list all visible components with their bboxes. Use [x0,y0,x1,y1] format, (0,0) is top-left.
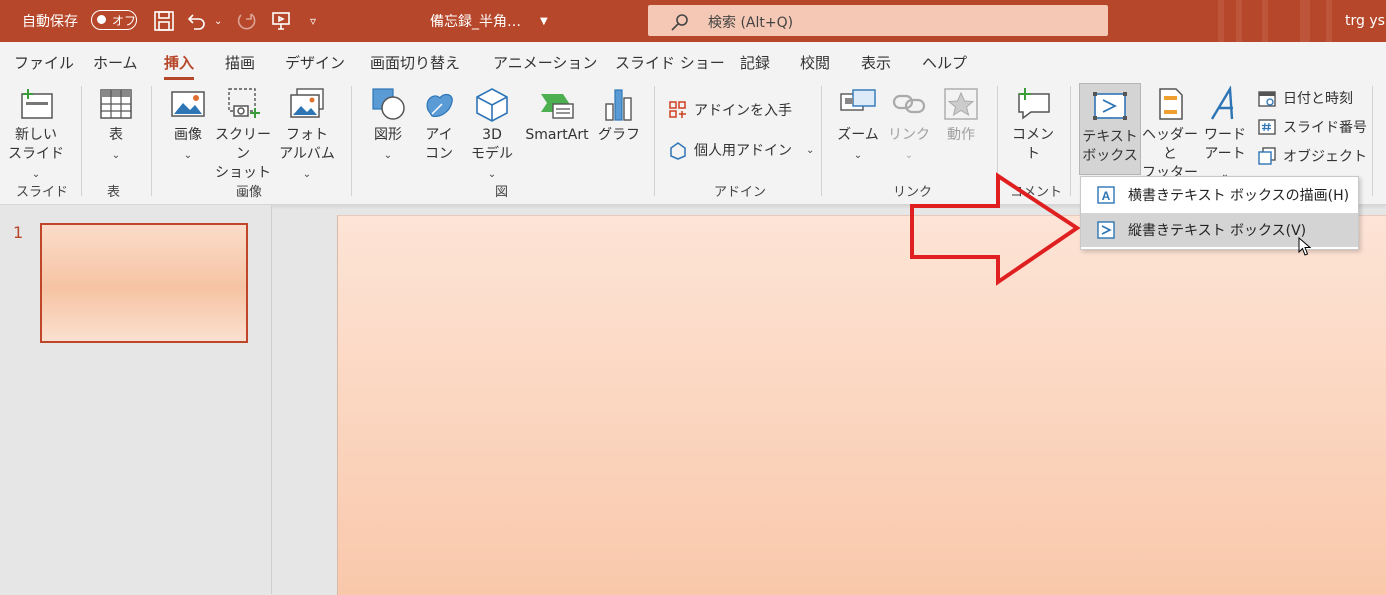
link-icon [892,94,926,114]
mouse-cursor-icon [1298,237,1312,256]
comment-icon [1018,88,1050,120]
annotation-arrow [910,172,1081,286]
textbox-dropdown-menu: A 横書きテキスト ボックスの描画(H) 縦書きテキスト ボックス(V) [1080,176,1359,250]
table-icon [100,89,132,119]
chart-icon [605,89,632,121]
tab-transitions[interactable]: 画面切り替え [370,52,460,73]
wordart-icon [1210,86,1234,120]
group-label-tables: 表 [107,185,121,200]
my-addins-button[interactable]: 個人用アドイン ⌄ [668,140,814,160]
undo-dropdown-icon[interactable]: ⌄ [214,0,222,42]
photo-album-icon [290,88,324,118]
header-footer-button[interactable]: ヘッダーと フッター [1142,86,1198,183]
textbox-icon [1093,92,1127,120]
save-icon[interactable] [153,0,175,42]
svg-text:A: A [1102,189,1111,203]
3d-models-button[interactable]: 3D モデル ⌄ [466,86,518,184]
header-footer-icon [1159,88,1183,120]
action-button: 動作 [940,86,982,145]
slide-number: 1 [13,223,24,242]
undo-icon[interactable] [186,0,208,42]
redo-icon [235,0,257,42]
presentation-icon[interactable] [270,0,292,42]
chart-button[interactable]: グラフ [598,86,640,145]
autosave-toggle[interactable]: オフ [91,10,137,30]
addin-icon [670,142,686,160]
shapes-icon [372,88,405,120]
image-button[interactable]: 画像 ⌄ [166,86,210,165]
calendar-icon [1258,91,1276,107]
menu-item-vertical-textbox[interactable]: 縦書きテキスト ボックス(V) [1081,213,1358,247]
shapes-button[interactable]: 図形 ⌄ [366,86,410,165]
slides-pane: 1 [0,205,272,594]
search-box[interactable]: 検索 (Alt+Q) [648,5,1108,36]
group-label-addins: アドイン [714,185,767,200]
smartart-button[interactable]: SmartArt [522,86,592,145]
group-label-illustrations: 図 [495,185,509,200]
link-button: リンク ⌄ [888,86,930,165]
menu-item-horizontal-textbox[interactable]: A 横書きテキスト ボックスの描画(H) [1081,178,1358,212]
slide-thumbnail[interactable] [40,223,248,343]
document-title[interactable]: 備忘録_半角… [430,0,521,42]
tab-view[interactable]: 表示 [861,52,891,73]
object-button[interactable]: オブジェクト [1257,146,1367,166]
title-bar: 自動保存 オフ ⌄ ▿ 備忘録_半角… ▼ 検索 (Alt+Q) trg ys [0,0,1386,42]
table-button[interactable]: 表 ⌄ [94,86,138,165]
object-icon [1258,147,1276,165]
tab-slideshow[interactable]: スライド ショー [615,52,725,73]
group-label-slides: スライド [16,185,69,200]
zoom-button[interactable]: ズーム ⌄ [836,86,880,165]
date-time-button[interactable]: 日付と時刻 [1257,88,1353,108]
tab-draw[interactable]: 描画 [225,52,255,73]
vertical-textbox-icon [1097,221,1115,239]
search-icon [671,14,688,31]
get-addins-button[interactable]: アドインを入手 [668,100,792,120]
tab-file[interactable]: ファイル [14,52,74,73]
tab-design[interactable]: デザイン [285,52,345,73]
textbox-button[interactable]: テキスト ボックス ⌄ [1079,83,1141,182]
screenshot-icon [228,88,260,118]
slide-canvas[interactable] [337,215,1386,595]
icons-icon [426,93,453,117]
tab-help[interactable]: ヘルプ [922,52,967,73]
tab-home[interactable]: ホーム [93,52,138,73]
photo-album-button[interactable]: フォト アルバム ⌄ [276,86,338,184]
comment-button[interactable]: コメント [1006,86,1060,164]
tab-record[interactable]: 記録 [740,52,770,73]
tab-animations[interactable]: アニメーション [493,52,597,73]
ribbon-tabs: ファイル ホーム 挿入 描画 デザイン 画面切り替え アニメーション スライド … [0,42,1386,80]
new-slide-icon [21,89,53,119]
icons-button[interactable]: アイ コン [418,86,460,164]
autosave-label: 自動保存 [22,14,78,30]
group-label-images: 画像 [236,185,263,200]
new-slide-button[interactable]: 新しい スライド ⌄ [6,86,66,184]
slide-number-button[interactable]: スライド番号 [1257,117,1367,137]
smartart-icon [541,94,574,119]
title-dropdown-icon[interactable]: ▼ [540,0,548,42]
cube-icon [476,88,508,122]
tab-insert[interactable]: 挿入 [164,52,195,80]
store-icon [669,101,686,118]
customize-qat-icon[interactable]: ▿ [310,0,316,42]
image-icon [171,91,205,117]
star-icon [944,88,978,120]
slide-number-icon [1258,119,1276,135]
horizontal-textbox-icon: A [1097,186,1115,204]
zoom-icon [840,89,876,111]
wordart-button[interactable]: ワード アート ⌄ [1200,86,1250,184]
user-name[interactable]: trg ys [1345,0,1385,42]
search-placeholder: 検索 (Alt+Q) [708,15,794,31]
tab-review[interactable]: 校閲 [800,52,830,73]
